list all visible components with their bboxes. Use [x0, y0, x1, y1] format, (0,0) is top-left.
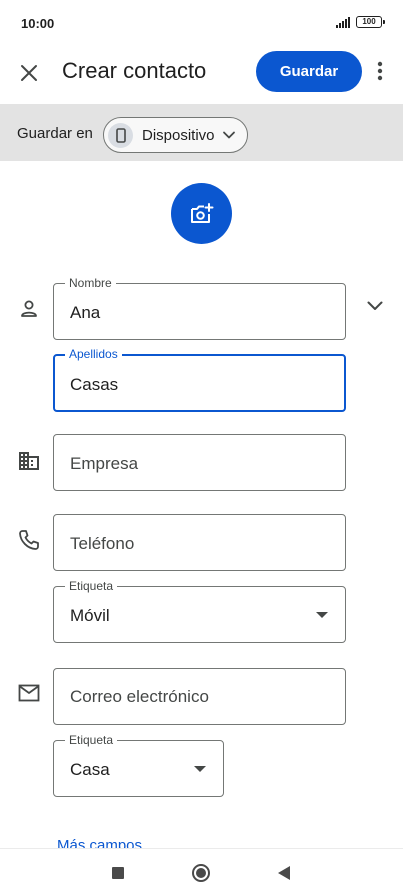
save-in-bar: Guardar en Dispositivo [0, 104, 403, 161]
phone-icon [115, 127, 126, 143]
expand-name-button[interactable] [362, 293, 388, 319]
email-field[interactable]: Correo electrónico [53, 668, 346, 725]
recents-button[interactable] [112, 867, 124, 879]
back-button[interactable] [278, 866, 290, 880]
email-type-label: Etiqueta [65, 733, 118, 747]
email-placeholder: Correo electrónico [70, 687, 209, 706]
email-type-select[interactable]: Etiqueta Casa [53, 733, 224, 797]
system-nav-bar [0, 848, 403, 896]
more-fields-link[interactable]: Más campos [57, 836, 142, 848]
last-name-value: Casas [70, 375, 119, 394]
signal-icon [336, 16, 350, 28]
company-field[interactable]: Empresa [53, 434, 346, 491]
first-name-label: Nombre [65, 276, 116, 290]
email-type-value: Casa [70, 760, 110, 779]
company-placeholder: Empresa [70, 454, 139, 473]
dropdown-arrow-icon [316, 612, 328, 618]
close-button[interactable] [14, 58, 44, 88]
first-name-field[interactable]: Nombre Ana [53, 276, 346, 340]
save-in-label: Guardar en [17, 125, 93, 142]
last-name-label: Apellidos [65, 347, 122, 361]
page-title: Crear contacto [62, 58, 207, 83]
chevron-down-icon [223, 131, 235, 139]
more-vert-icon [377, 61, 383, 81]
home-button[interactable] [192, 864, 210, 882]
app-bar: Crear contacto Guardar [0, 48, 403, 104]
phone-field[interactable]: Teléfono [53, 514, 346, 571]
chip-icon-wrap [108, 122, 133, 148]
add-photo-button[interactable] [171, 183, 232, 244]
phone-placeholder: Teléfono [70, 534, 135, 553]
first-name-value: Ana [70, 303, 101, 322]
battery-level: 100 [362, 17, 376, 26]
chevron-down-icon [367, 301, 383, 310]
mail-icon [17, 681, 41, 705]
add-photo-icon [190, 202, 213, 223]
last-name-field[interactable]: Apellidos Casas [53, 347, 346, 412]
phone-type-label: Etiqueta [65, 579, 118, 593]
device-selector-chip[interactable]: Dispositivo [103, 117, 248, 153]
device-chip-label: Dispositivo [142, 126, 215, 144]
phone-type-select[interactable]: Etiqueta Móvil [53, 579, 346, 643]
close-icon [21, 65, 37, 81]
person-icon [17, 297, 41, 321]
battery-icon: 100 [356, 16, 385, 28]
phone-icon [17, 528, 41, 552]
business-icon [17, 449, 41, 473]
more-options-button[interactable] [368, 56, 392, 86]
status-time: 10:00 [21, 16, 55, 31]
phone-type-value: Móvil [70, 606, 110, 625]
status-icons: 100 [336, 16, 385, 28]
save-button[interactable]: Guardar [256, 51, 362, 92]
status-bar: 10:00 100 [0, 0, 403, 48]
dropdown-arrow-icon [194, 766, 206, 772]
